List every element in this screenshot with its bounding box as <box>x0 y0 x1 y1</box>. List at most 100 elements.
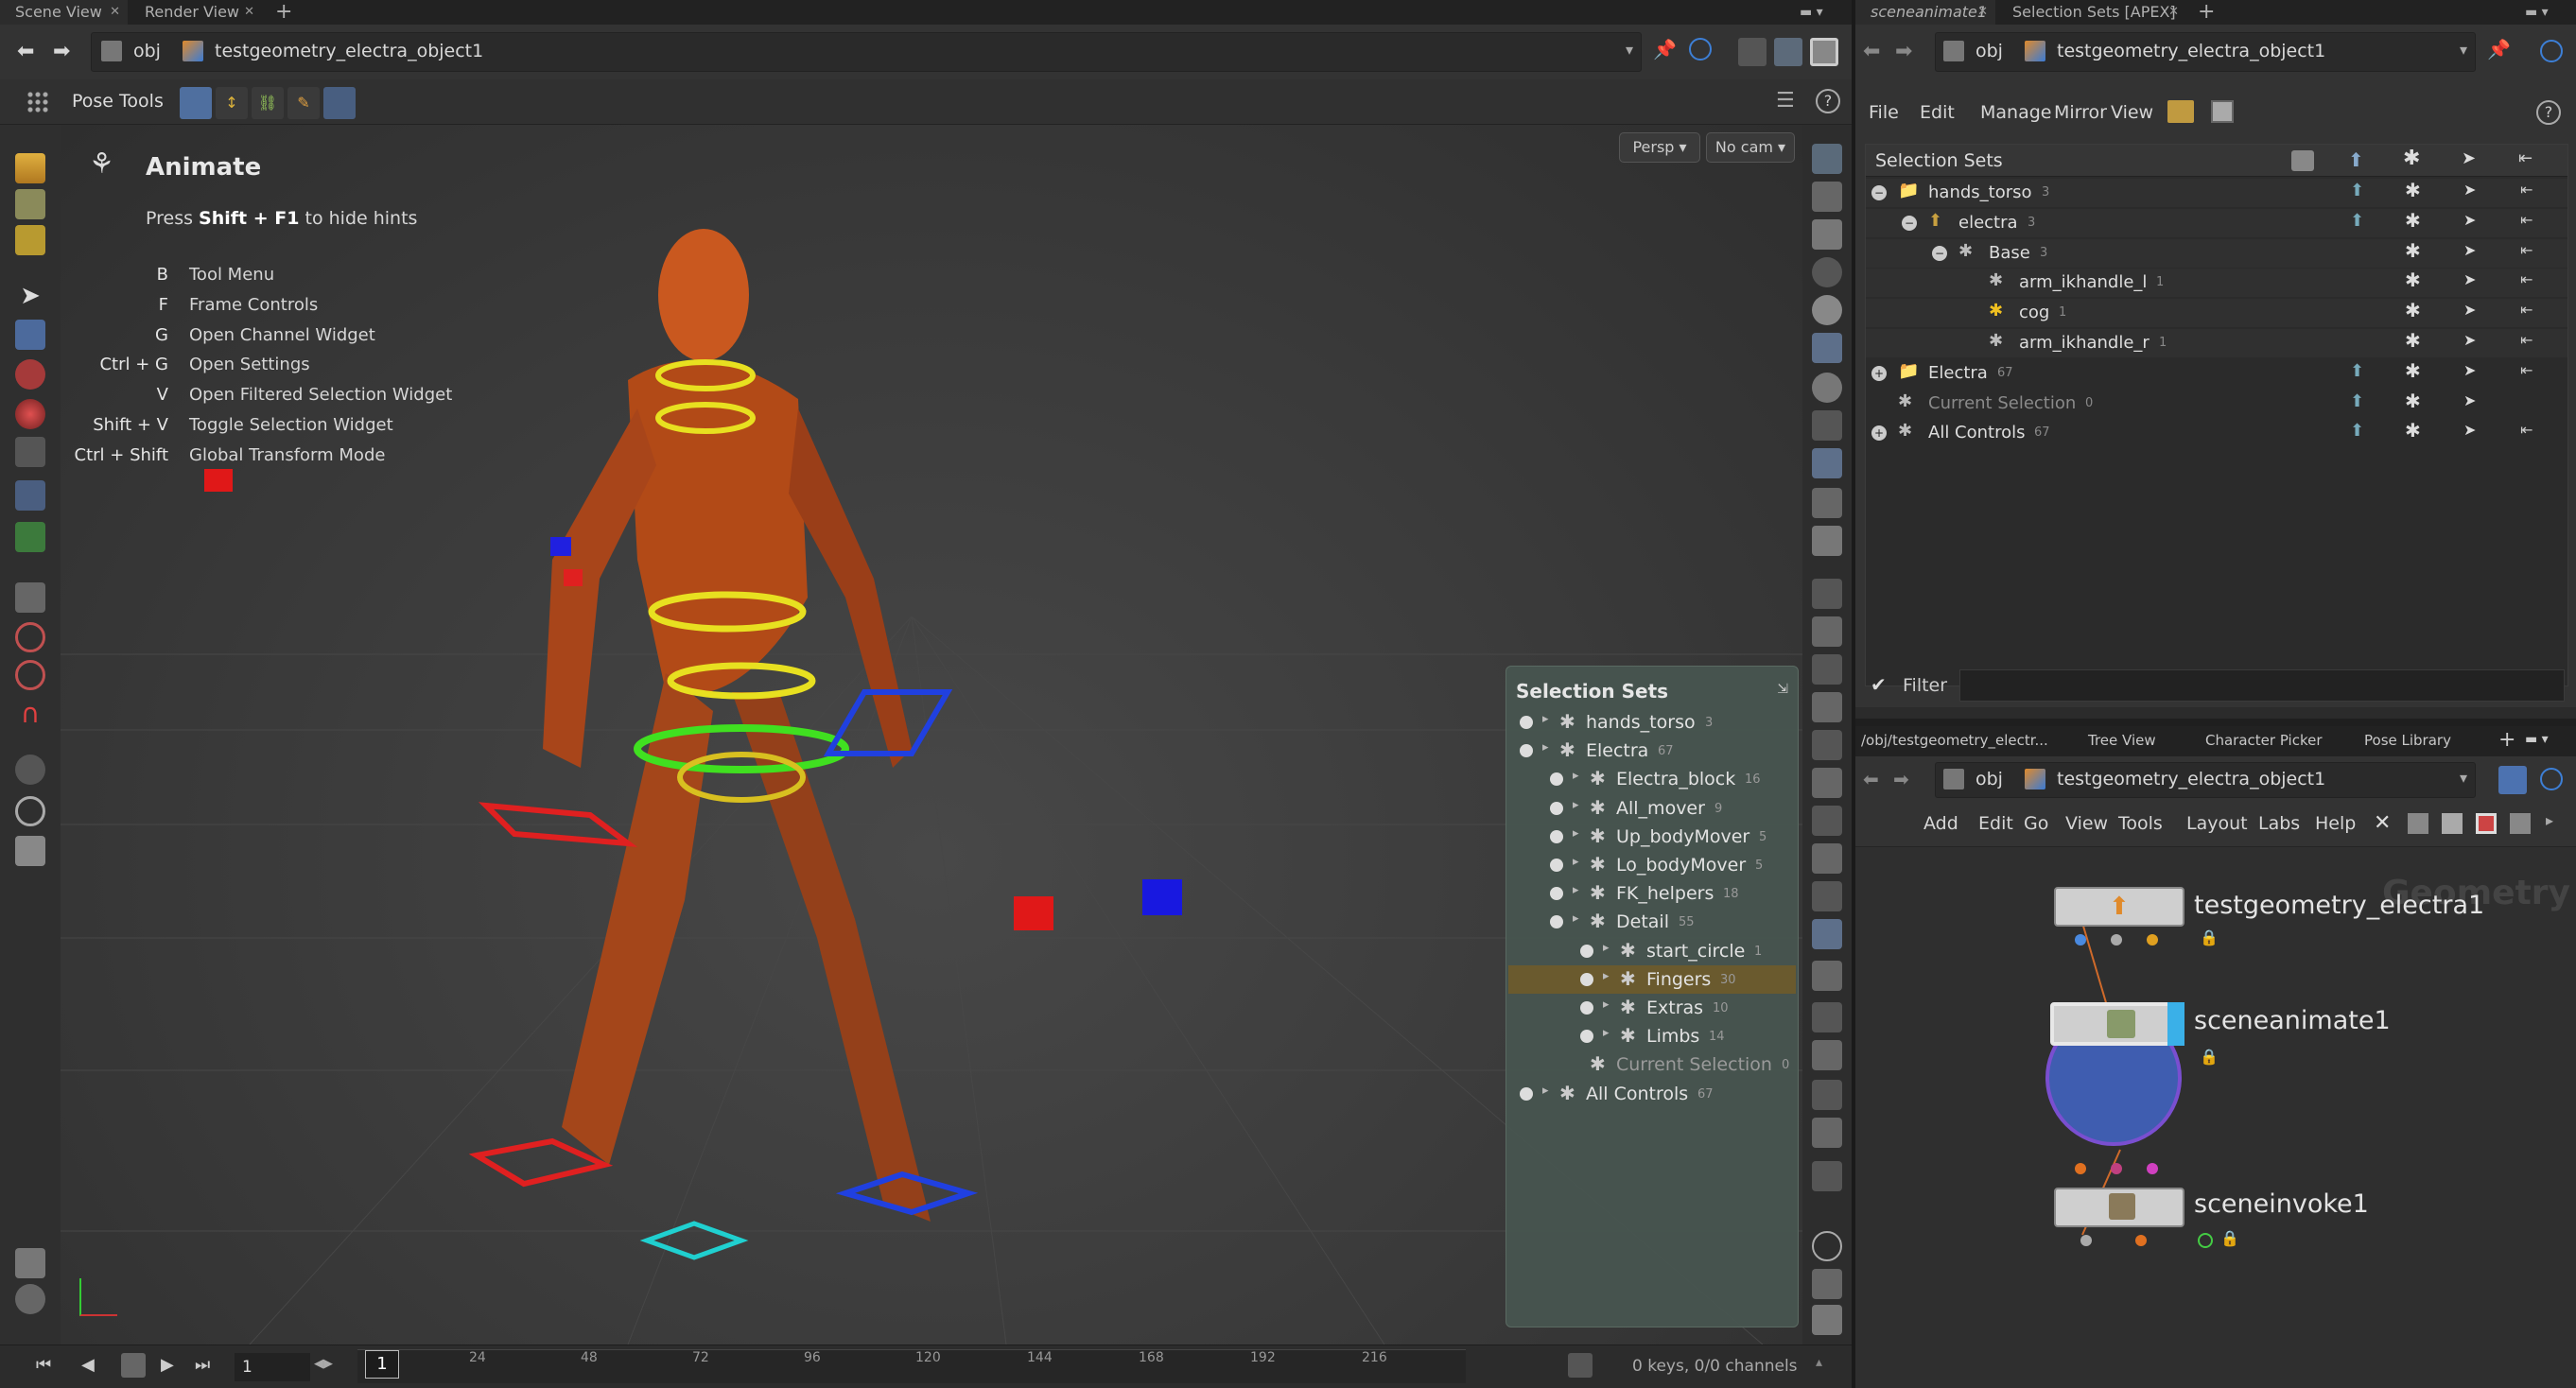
select-col-icon[interactable]: ✱ <box>2405 390 2421 412</box>
display-tool-icon[interactable] <box>1812 1118 1842 1148</box>
path-node[interactable]: testgeometry_electra_object1 <box>2057 769 2325 789</box>
last-frame-icon[interactable]: ⏭ <box>195 1355 210 1375</box>
selection-set-row[interactable]: ▸ ✱ Up_bodyMover 5 <box>1508 823 1796 851</box>
visibility-toggle-icon[interactable] <box>1550 829 1563 843</box>
pose-tool-rotate-icon[interactable] <box>180 87 212 119</box>
lock-icon[interactable] <box>1812 219 1842 250</box>
help-icon[interactable]: ? <box>1816 89 1840 113</box>
visibility-toggle-icon[interactable] <box>1580 972 1593 986</box>
visibility-toggle-icon[interactable] <box>1580 944 1593 958</box>
tree-row[interactable]: ✱ arm_ikhandle_l 1 ✱ ➤ ⇤ <box>1866 269 2567 298</box>
close-icon[interactable]: ✕ <box>2168 0 2179 25</box>
expand-arrow-icon[interactable]: ▸ <box>1573 798 1579 812</box>
magnet-tool-icon[interactable]: ∩ <box>15 698 45 729</box>
set-name[interactable]: Current Selection <box>1616 1050 1772 1079</box>
chevron-down-icon[interactable]: ▾ <box>2460 769 2467 787</box>
tab-render-view[interactable]: Render View ✕ <box>130 0 262 25</box>
display-tool-icon[interactable] <box>1812 616 1842 647</box>
grid-view-icon[interactable] <box>2476 813 2497 834</box>
set-name[interactable]: Lo_bodyMover <box>1616 851 1746 879</box>
set-name[interactable]: Up_bodyMover <box>1616 823 1749 851</box>
expand-toggle-icon[interactable]: + <box>1871 425 1887 442</box>
expand-arrow-icon[interactable]: ▸ <box>1603 941 1610 955</box>
tree-icon[interactable] <box>2408 813 2428 834</box>
isolate-col-icon[interactable]: ⇤ <box>2520 181 2532 199</box>
layout-icon[interactable] <box>2510 813 2531 834</box>
tree-row[interactable]: ✱ Current Selection 0 ⬆ ✱ ➤ <box>1866 390 2567 418</box>
selection-set-row[interactable]: ▸ ✱ start_circle 1 <box>1508 937 1796 965</box>
isolate-col-icon[interactable]: ⇤ <box>2520 361 2532 379</box>
view-tool-icon[interactable] <box>15 189 45 219</box>
node-testgeometry[interactable]: ⬆ <box>2054 887 2184 927</box>
channel-expand-icon[interactable]: ▴ <box>1816 1355 1822 1370</box>
back-arrow-icon[interactable]: ⬅ <box>1863 25 1880 79</box>
pose-col-icon[interactable]: ⬆ <box>2350 391 2364 411</box>
frame-field[interactable]: 1 <box>235 1353 310 1381</box>
grid-menu-icon[interactable] <box>26 91 49 113</box>
back-arrow-icon[interactable]: ⬅ <box>17 25 34 79</box>
set-name[interactable]: All Controls <box>1928 419 2025 447</box>
pose-col-icon[interactable]: ⬆ <box>2350 361 2364 381</box>
menu-view[interactable]: View <box>2111 102 2153 123</box>
close-icon[interactable]: ✕ <box>244 0 254 25</box>
expand-arrow-icon[interactable]: ▸ <box>1573 826 1579 841</box>
transform-tool-icon[interactable] <box>15 755 45 785</box>
expand-arrow-icon[interactable]: ▸ <box>1603 969 1610 983</box>
display-options-icon[interactable] <box>15 1284 45 1314</box>
display-tool-icon[interactable] <box>1812 768 1842 798</box>
tools-icon[interactable]: ✕ <box>2374 811 2391 835</box>
selection-set-row[interactable]: ▸ ✱ Extras 10 <box>1508 994 1796 1022</box>
set-name[interactable]: Base <box>1989 239 2030 268</box>
path-root[interactable]: obj <box>1976 41 2003 61</box>
net-menu-add[interactable]: Add <box>1923 813 1958 834</box>
pin-icon[interactable]: 📌 <box>1653 38 1681 66</box>
selection-set-row[interactable]: ▸ ✱ Detail 55 <box>1508 908 1796 936</box>
paint-tool-icon[interactable] <box>15 359 45 390</box>
pose-tool-icon[interactable] <box>15 437 45 467</box>
select-col-icon[interactable]: ✱ <box>2405 179 2421 201</box>
set-name[interactable]: start_circle <box>1646 937 1745 965</box>
display-tool-icon[interactable] <box>1812 488 1842 518</box>
path-field[interactable]: obj testgeometry_electra_object1 ▾ <box>91 32 1642 72</box>
input-port[interactable] <box>2111 1163 2122 1174</box>
set-name[interactable]: Fingers <box>1646 965 1711 994</box>
network-canvas[interactable]: Geometry ⬆ testgeometry_electra1 🔒 scene… <box>1855 847 2576 1388</box>
set-name[interactable]: hands_torso <box>1586 708 1696 737</box>
display-tool-icon[interactable] <box>1812 579 1842 609</box>
pin-icon[interactable]: 📌 <box>2487 38 2515 66</box>
node-sceneanimate[interactable] <box>2050 1002 2184 1046</box>
lock-tool-icon[interactable] <box>15 320 45 350</box>
link-icon[interactable] <box>2498 766 2527 794</box>
set-name[interactable]: arm_ikhandle_l <box>2019 269 2147 297</box>
tree-row[interactable]: − ⬆ electra 3 ⬆ ✱ ➤ ⇤ <box>1866 208 2567 237</box>
lasso-tool-icon[interactable] <box>15 622 45 652</box>
selection-set-row[interactable]: ▸ ✱ Electra 67 <box>1508 737 1796 765</box>
pick-col-icon[interactable]: ➤ <box>2463 331 2476 349</box>
key-nav-icon[interactable]: ◀▶ <box>314 1357 333 1371</box>
sphere-tool-icon[interactable] <box>15 399 45 429</box>
pointer-tool-icon[interactable]: ➤ <box>15 282 45 312</box>
expand-arrow-icon[interactable]: ▸ <box>1542 1084 1549 1098</box>
expand-toggle-icon[interactable]: − <box>1871 185 1887 200</box>
back-arrow-icon[interactable]: ⬅ <box>1863 768 1879 790</box>
pane-menu-icon[interactable]: ▬ ▾ <box>2517 0 2574 25</box>
output-port[interactable] <box>2080 1235 2092 1246</box>
pick-col-icon[interactable]: ➤ <box>2463 211 2476 229</box>
display-tool-icon[interactable] <box>1812 730 1842 760</box>
pick-col-icon[interactable]: ➤ <box>2463 391 2476 409</box>
path-node[interactable]: testgeometry_electra_object1 <box>215 41 483 61</box>
isolate-col-icon[interactable]: ⇤ <box>2520 241 2532 259</box>
visibility-toggle-icon[interactable] <box>1550 915 1563 929</box>
menu-file[interactable]: File <box>1869 102 1899 123</box>
display-tool-icon[interactable] <box>1812 295 1842 325</box>
list-icon[interactable] <box>2442 813 2463 834</box>
expand-arrow-icon[interactable]: ▸ <box>1542 740 1549 755</box>
path-field[interactable]: obj testgeometry_electra_object1 ▾ <box>1935 762 2476 798</box>
camera-button[interactable]: No cam ▾ <box>1706 132 1795 163</box>
select-col-icon[interactable]: ✱ <box>2405 419 2421 442</box>
maximize-icon[interactable] <box>1810 38 1838 66</box>
visibility-toggle-icon[interactable] <box>1550 887 1563 901</box>
visibility-col-icon[interactable] <box>2291 150 2314 171</box>
settings-list-icon[interactable]: ☰ <box>1776 89 1795 113</box>
chevron-down-icon[interactable]: ▾ <box>1626 41 1633 59</box>
